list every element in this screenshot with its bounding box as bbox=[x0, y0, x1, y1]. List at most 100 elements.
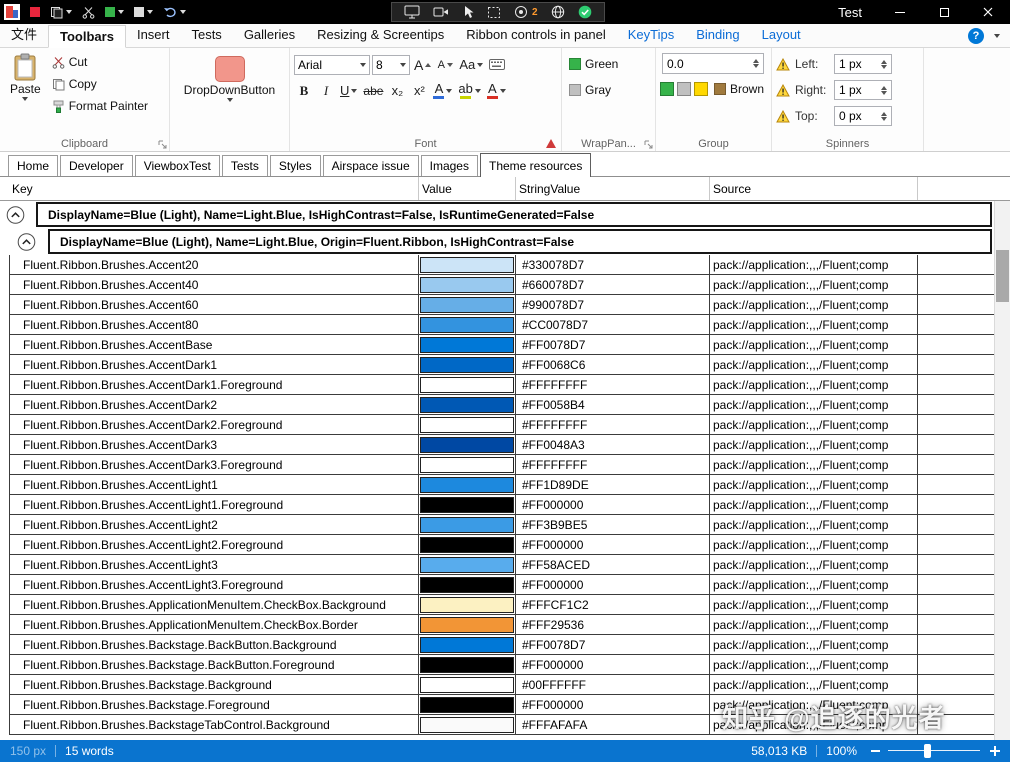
grid-row[interactable]: Fluent.Ribbon.Brushes.AccentDark2.Foregr… bbox=[9, 415, 994, 435]
zoom-slider-thumb[interactable] bbox=[924, 744, 931, 758]
text-effects-button[interactable]: A bbox=[431, 80, 454, 102]
grid-row[interactable]: Fluent.Ribbon.Brushes.Backstage.BackButt… bbox=[9, 655, 994, 675]
qat-gray-color-button[interactable] bbox=[129, 0, 158, 24]
grid-row[interactable]: Fluent.Ribbon.Brushes.Accent20#330078D7p… bbox=[9, 255, 994, 275]
copy-button[interactable]: Copy bbox=[49, 73, 151, 95]
file-tab[interactable]: 文件 bbox=[0, 24, 48, 47]
underline-button[interactable]: U bbox=[338, 80, 359, 102]
grid-row[interactable]: Fluent.Ribbon.Brushes.AccentLight2#FF3B9… bbox=[9, 515, 994, 535]
grid-row[interactable]: Fluent.Ribbon.Brushes.AccentDark1#FF0068… bbox=[9, 355, 994, 375]
grid-row[interactable]: Fluent.Ribbon.Brushes.AccentLight1#FF1D8… bbox=[9, 475, 994, 495]
italic-button[interactable]: I bbox=[316, 80, 336, 102]
ribbon-tab-keytips[interactable]: KeyTips bbox=[617, 24, 685, 47]
grid-row[interactable]: Fluent.Ribbon.Brushes.Accent60#990078D7p… bbox=[9, 295, 994, 315]
brown-button[interactable]: Brown bbox=[711, 78, 767, 100]
spinner-input[interactable]: 0 px bbox=[834, 106, 892, 126]
cut-button[interactable]: Cut bbox=[49, 51, 151, 73]
strikethrough-button[interactable]: abe bbox=[361, 80, 385, 102]
help-icon[interactable]: ? bbox=[968, 28, 984, 44]
spinner-arrows-icon[interactable] bbox=[881, 60, 887, 69]
highlight-color-button[interactable]: ab bbox=[456, 80, 482, 102]
spinner-input[interactable]: 1 px bbox=[834, 54, 892, 74]
keyboard-button[interactable] bbox=[487, 54, 507, 76]
minimize-button[interactable] bbox=[878, 0, 922, 24]
clipboard-dialog-launcher-icon[interactable] bbox=[158, 140, 167, 149]
tab-images[interactable]: Images bbox=[421, 155, 478, 176]
font-color-button[interactable]: A bbox=[485, 80, 508, 102]
scrollbar-thumb[interactable] bbox=[996, 250, 1009, 302]
qat-red-color-button[interactable] bbox=[25, 0, 45, 24]
app-icon[interactable] bbox=[4, 4, 20, 20]
group-spinner-input[interactable]: 0.0 bbox=[662, 53, 764, 74]
grid-row[interactable]: Fluent.Ribbon.Brushes.ApplicationMenuIte… bbox=[9, 615, 994, 635]
selection-icon[interactable] bbox=[487, 6, 501, 19]
grid-row[interactable]: Fluent.Ribbon.Brushes.AccentDark1.Foregr… bbox=[9, 375, 994, 395]
ribbon-tab-galleries[interactable]: Galleries bbox=[233, 24, 306, 47]
dropdown-button[interactable]: DropDownButton bbox=[174, 51, 285, 104]
maximize-button[interactable] bbox=[922, 0, 966, 24]
qat-cut-button[interactable] bbox=[77, 0, 100, 24]
status-check-icon[interactable] bbox=[578, 5, 592, 19]
grid-row[interactable]: Fluent.Ribbon.Brushes.AccentLight3.Foreg… bbox=[9, 575, 994, 595]
zoom-in-button[interactable] bbox=[990, 746, 1000, 756]
grid-row[interactable]: Fluent.Ribbon.Brushes.AccentBase#FF0078D… bbox=[9, 335, 994, 355]
tab-tests[interactable]: Tests bbox=[222, 155, 268, 176]
column-header-source[interactable]: Source bbox=[710, 177, 918, 200]
spinner-arrows-icon[interactable] bbox=[881, 112, 887, 121]
globe-icon[interactable] bbox=[551, 5, 565, 19]
video-camera-icon[interactable] bbox=[433, 6, 449, 18]
qat-green-color-button[interactable] bbox=[100, 0, 129, 24]
close-button[interactable] bbox=[966, 0, 1010, 24]
tab-home[interactable]: Home bbox=[8, 155, 58, 176]
font-size-select[interactable]: 8 bbox=[372, 55, 410, 75]
column-header-stringvalue[interactable]: StringValue bbox=[516, 177, 710, 200]
qat-undo-button[interactable] bbox=[158, 0, 191, 24]
grid-row[interactable]: Fluent.Ribbon.Brushes.AccentLight3#FF58A… bbox=[9, 555, 994, 575]
bold-button[interactable]: B bbox=[294, 80, 314, 102]
shrink-font-button[interactable]: A bbox=[435, 54, 455, 76]
ribbon-tab-ribbon-controls-in-panel[interactable]: Ribbon controls in panel bbox=[455, 24, 616, 47]
grid-row[interactable]: Fluent.Ribbon.Brushes.Backstage.Backgrou… bbox=[9, 675, 994, 695]
ribbon-tab-resizing-screentips[interactable]: Resizing & Screentips bbox=[306, 24, 455, 47]
tab-theme-resources[interactable]: Theme resources bbox=[480, 153, 591, 177]
cursor-icon[interactable] bbox=[462, 5, 474, 19]
column-header-value[interactable]: Value bbox=[419, 177, 516, 200]
spinner-arrows-icon[interactable] bbox=[881, 86, 887, 95]
gray-button[interactable]: Gray bbox=[566, 77, 651, 103]
yellow-color-button[interactable] bbox=[694, 82, 708, 96]
format-painter-button[interactable]: Format Painter bbox=[49, 95, 151, 117]
green-color-button[interactable] bbox=[660, 82, 674, 96]
tab-airspace-issue[interactable]: Airspace issue bbox=[323, 155, 419, 176]
qat-paste-button[interactable] bbox=[45, 0, 77, 24]
column-header-key[interactable]: Key bbox=[9, 177, 419, 200]
grid-row[interactable]: Fluent.Ribbon.Brushes.AccentDark2#FF0058… bbox=[9, 395, 994, 415]
grid-row[interactable]: Fluent.Ribbon.Brushes.AccentLight2.Foreg… bbox=[9, 535, 994, 555]
ribbon-tab-layout[interactable]: Layout bbox=[751, 24, 812, 47]
grid-row[interactable]: Fluent.Ribbon.Brushes.Accent40#660078D7p… bbox=[9, 275, 994, 295]
grid-row[interactable]: Fluent.Ribbon.Brushes.Backstage.BackButt… bbox=[9, 635, 994, 655]
change-case-button[interactable]: Aa bbox=[457, 54, 485, 76]
spinner-input[interactable]: 1 px bbox=[834, 80, 892, 100]
screen-share-icon[interactable] bbox=[404, 5, 420, 19]
green-button[interactable]: Green bbox=[566, 51, 651, 77]
record-icon[interactable] bbox=[514, 5, 528, 19]
tab-developer[interactable]: Developer bbox=[60, 155, 133, 176]
font-family-select[interactable]: Arial bbox=[294, 55, 370, 75]
zoom-out-button[interactable] bbox=[871, 750, 880, 752]
ribbon-tab-insert[interactable]: Insert bbox=[126, 24, 181, 47]
ribbon-tab-toolbars[interactable]: Toolbars bbox=[48, 25, 126, 48]
zoom-slider[interactable] bbox=[888, 744, 980, 758]
ribbon-tab-tests[interactable]: Tests bbox=[180, 24, 232, 47]
grid-row[interactable]: Fluent.Ribbon.Brushes.AccentDark3#FF0048… bbox=[9, 435, 994, 455]
tab-viewboxtest[interactable]: ViewboxTest bbox=[135, 155, 220, 176]
subscript-button[interactable]: x₂ bbox=[387, 80, 407, 102]
grid-row[interactable]: Fluent.Ribbon.Brushes.Accent80#CC0078D7p… bbox=[9, 315, 994, 335]
vertical-scrollbar[interactable] bbox=[994, 201, 1010, 740]
tab-styles[interactable]: Styles bbox=[270, 155, 321, 176]
wrappanel-dialog-launcher-icon[interactable] bbox=[644, 140, 653, 149]
ribbon-collapse-icon[interactable] bbox=[994, 34, 1000, 38]
grid-row[interactable]: Fluent.Ribbon.Brushes.AccentDark3.Foregr… bbox=[9, 455, 994, 475]
grid-row[interactable]: Fluent.Ribbon.Brushes.ApplicationMenuIte… bbox=[9, 595, 994, 615]
collapse-group-icon[interactable] bbox=[17, 232, 36, 251]
grow-font-button[interactable]: A bbox=[412, 54, 433, 76]
